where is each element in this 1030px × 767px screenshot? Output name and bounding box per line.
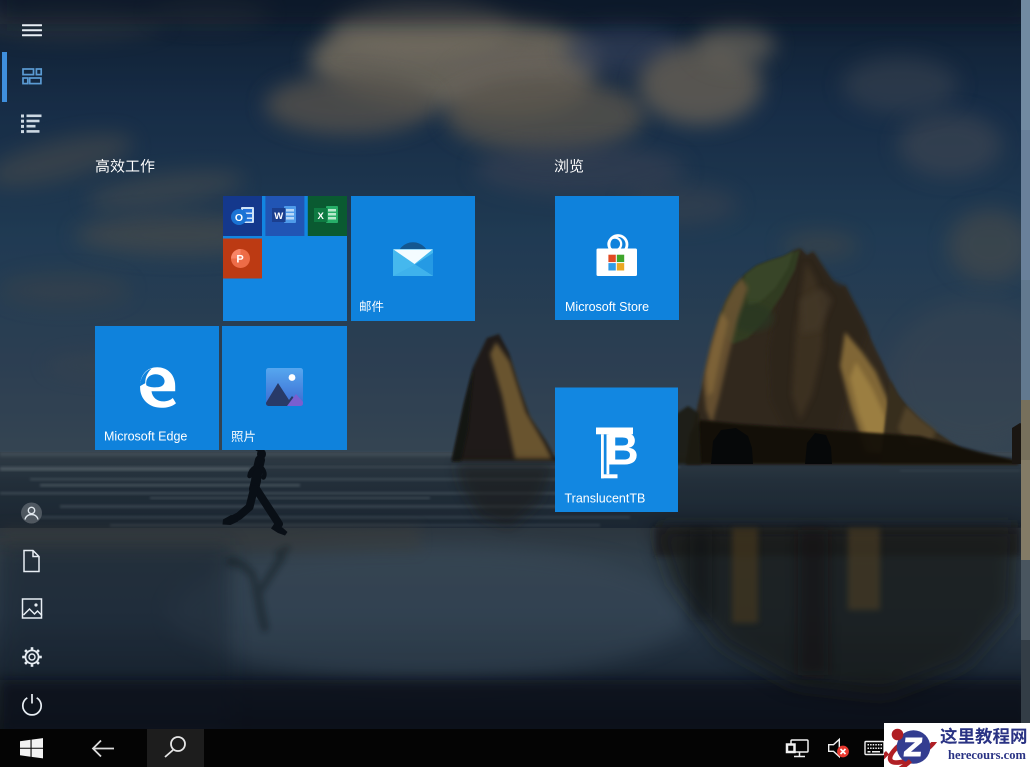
svg-text:P: P xyxy=(236,254,243,266)
svg-text:O: O xyxy=(235,212,243,224)
svg-text:Microsoft Store: Microsoft Store xyxy=(565,300,649,314)
svg-text:X: X xyxy=(318,211,325,222)
svg-text:TranslucentTB: TranslucentTB xyxy=(565,492,646,506)
svg-text:B: B xyxy=(606,423,639,475)
svg-text:herecours.com: herecours.com xyxy=(948,748,1026,762)
svg-text:Microsoft Edge: Microsoft Edge xyxy=(104,430,187,444)
svg-text:W: W xyxy=(274,211,283,222)
